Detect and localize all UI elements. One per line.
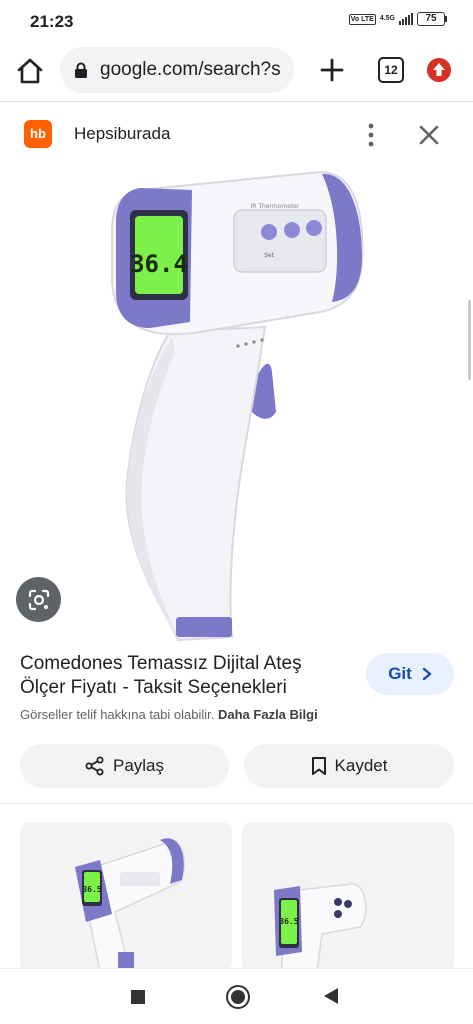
device-button-label: Set [264, 252, 275, 259]
navigation-bar [0, 968, 473, 1024]
signal-icon [399, 13, 413, 25]
display-reading: 36.4 [130, 250, 188, 278]
lock-icon [75, 62, 87, 78]
tab-switcher-button[interactable]: 12 [378, 57, 404, 83]
status-bar: 21:23 Vo LTE 4.5G 75 [0, 0, 473, 42]
home-icon[interactable] [14, 55, 46, 87]
source-header: hb Hepsiburada [0, 106, 473, 162]
site-name[interactable]: Hepsiburada [74, 124, 170, 144]
site-logo: hb [24, 120, 52, 148]
back-icon[interactable] [324, 988, 338, 1004]
related-image[interactable]: 36.5 [242, 822, 454, 972]
save-label: Kaydet [334, 756, 388, 775]
related-reading: 36.5 [279, 917, 298, 926]
related-image[interactable]: 36.5 [20, 822, 232, 972]
visit-label: Git [388, 664, 412, 683]
device-label: IR Thermometer [251, 203, 300, 210]
network-type: 4.5G [379, 15, 395, 22]
visit-button[interactable]: Git [366, 653, 454, 695]
thermometer-image: 36.5 [274, 883, 367, 972]
chevron-right-icon [422, 667, 431, 681]
divider [0, 803, 473, 804]
address-bar[interactable]: google.com/search?s [60, 47, 294, 93]
battery-icon: 75 [417, 12, 447, 26]
scrollbar[interactable] [468, 300, 471, 380]
status-icons: Vo LTE 4.5G 75 [348, 12, 447, 26]
more-info-link[interactable]: Daha Fazla Bilgi [218, 707, 318, 722]
recents-icon[interactable] [131, 990, 145, 1004]
save-button[interactable]: Kaydet [244, 744, 454, 788]
google-lens-button[interactable] [16, 577, 61, 622]
lens-icon [28, 589, 49, 610]
status-time: 21:23 [30, 12, 74, 31]
volte-icon: Vo LTE [348, 13, 376, 25]
close-icon[interactable] [416, 122, 442, 148]
share-label: Paylaş [112, 756, 165, 775]
related-reading: 36.5 [82, 885, 101, 894]
new-tab-icon[interactable] [316, 54, 348, 86]
home-circle-icon[interactable] [226, 985, 250, 1009]
bookmark-icon [311, 757, 326, 775]
battery-level: 75 [417, 12, 445, 26]
copyright-text: Görseller telif hakkına tabi olabilir. [20, 707, 215, 722]
browser-toolbar: google.com/search?s 12 [0, 42, 473, 102]
url-text: google.com/search?s [100, 59, 281, 80]
share-icon [85, 756, 104, 776]
share-button[interactable]: Paylaş [20, 744, 229, 788]
thermometer-image: 36.5 [75, 838, 186, 972]
product-title[interactable]: Comedones Temassız Dijital Ateş Ölçer Fi… [20, 652, 350, 700]
product-image[interactable]: 36.4 IR Thermometer Set [0, 162, 473, 642]
copyright-notice: Görseller telif hakkına tabi olabilir. D… [20, 707, 318, 722]
update-icon[interactable] [427, 58, 451, 82]
more-options-icon[interactable] [360, 120, 382, 150]
